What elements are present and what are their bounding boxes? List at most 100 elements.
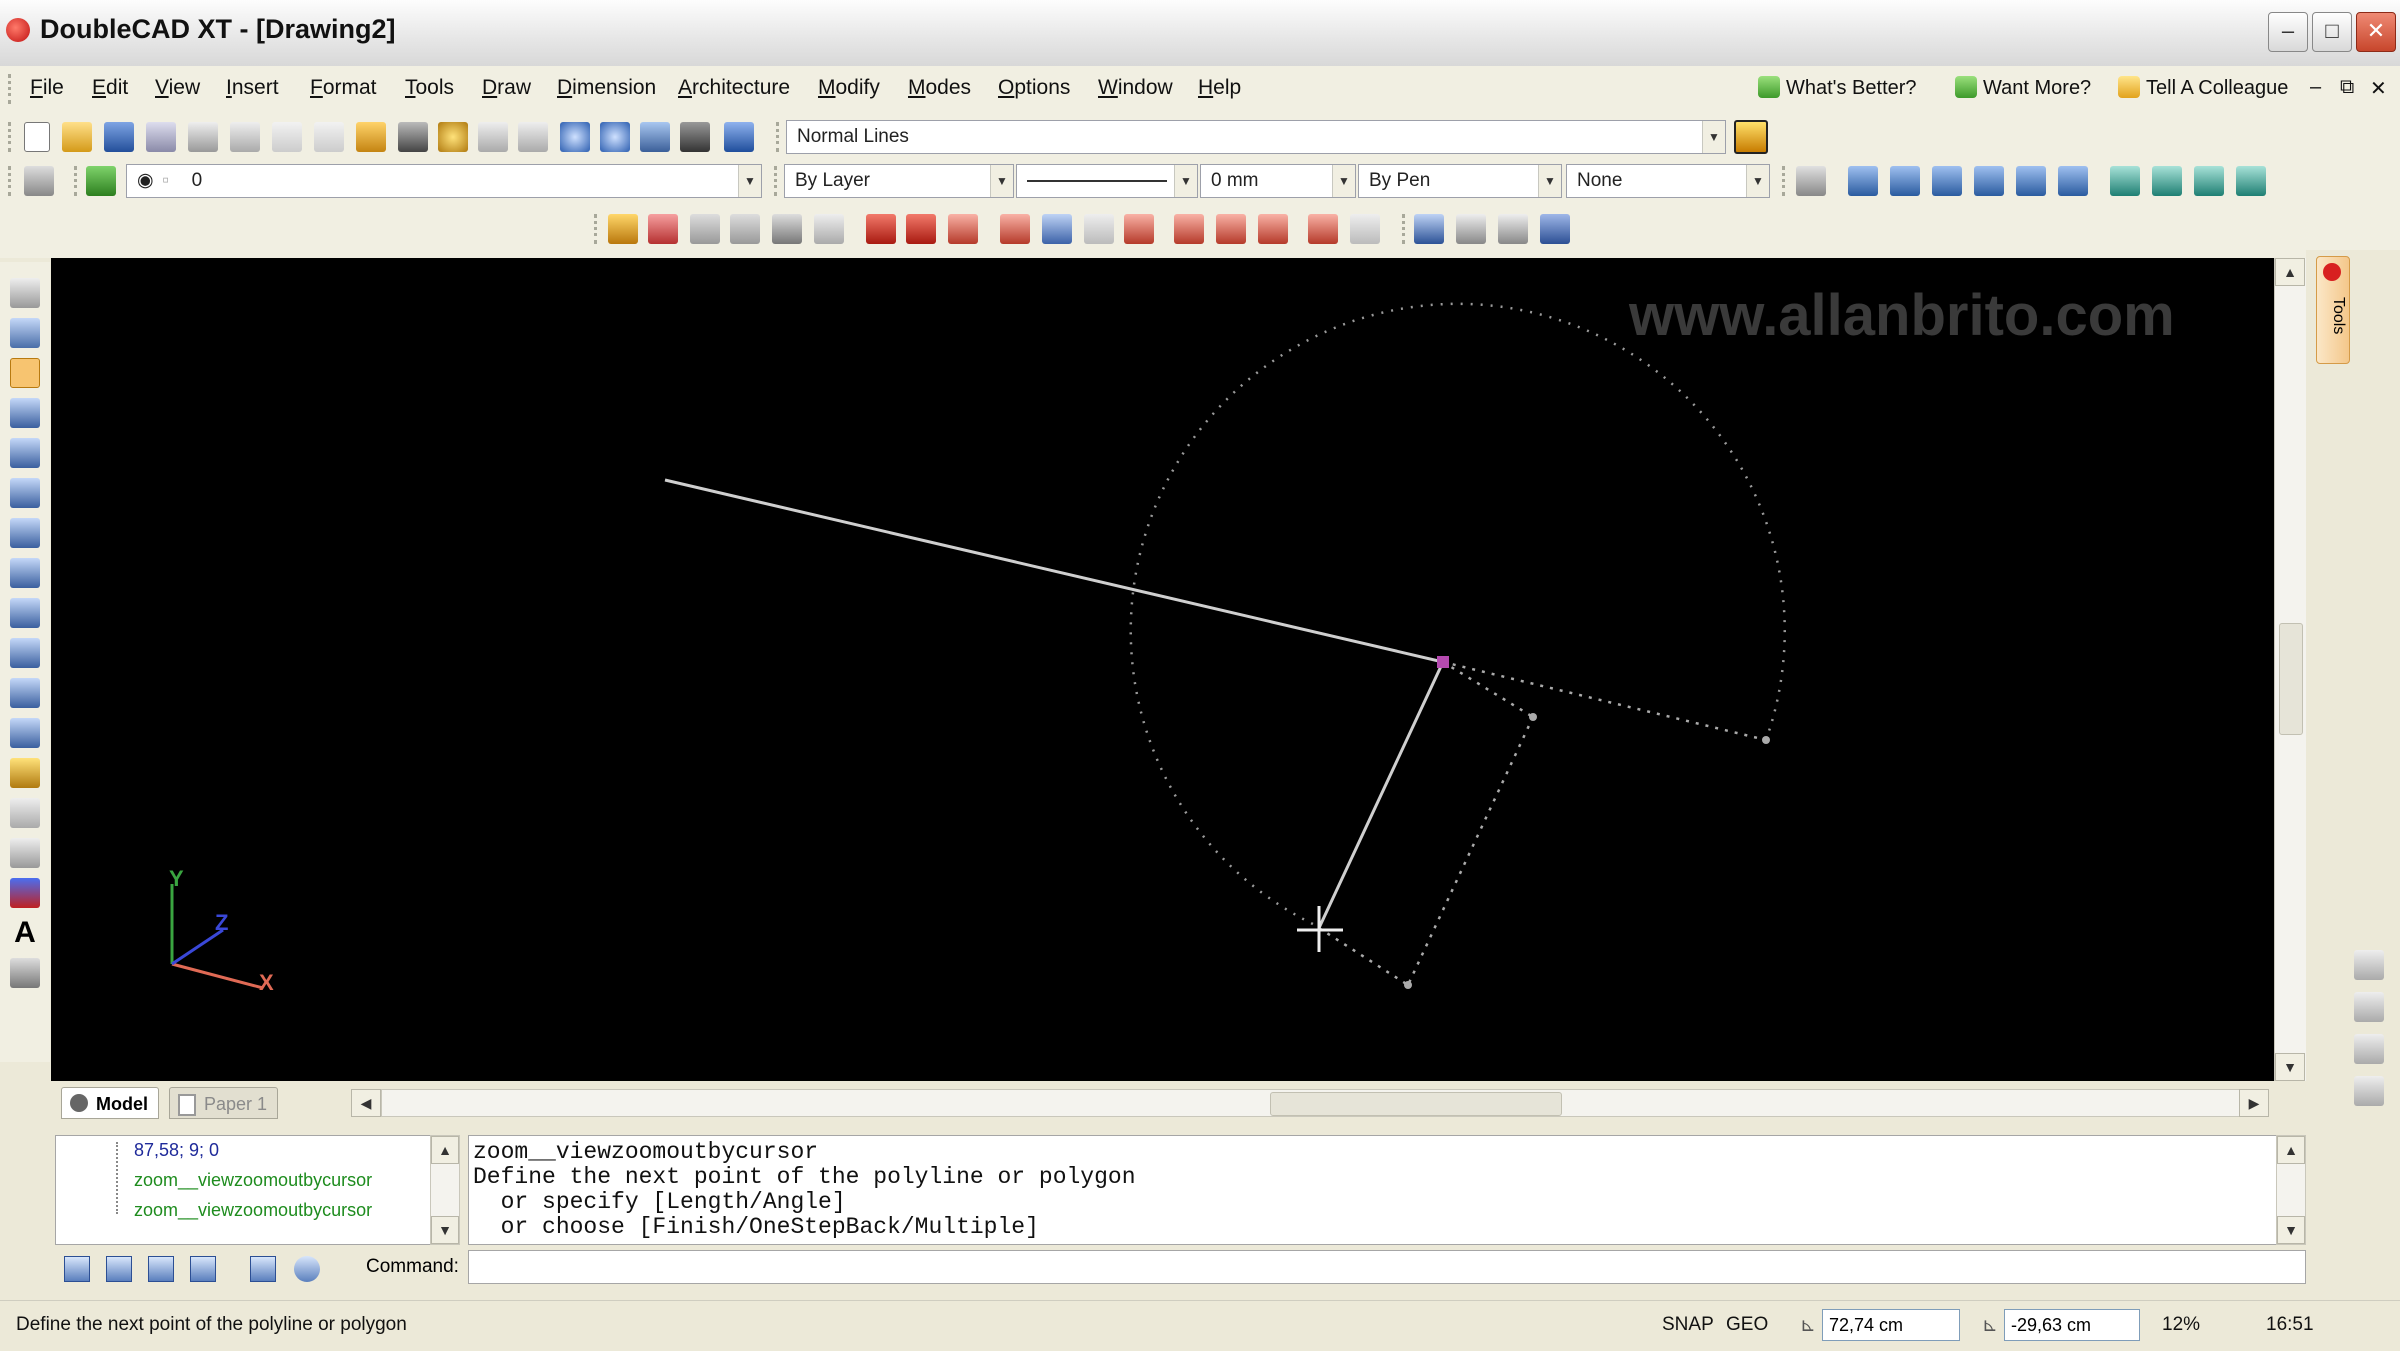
maximize-button[interactable]: □ [2312, 12, 2352, 52]
menu-window[interactable]: Window [1098, 76, 1173, 100]
mirror-icon[interactable] [730, 214, 760, 244]
chamfer-icon[interactable] [1174, 214, 1204, 244]
inspector-panel-icon[interactable] [2354, 1076, 2384, 1106]
properties-icon[interactable] [1540, 214, 1570, 244]
menu-edit[interactable]: Edit [92, 76, 128, 100]
edit-points-icon[interactable] [648, 214, 678, 244]
layer-dropdown[interactable]: ◉ ▫ 0 ▼ [126, 164, 762, 198]
menu-dimension[interactable]: Dimension [557, 76, 656, 100]
history-tool-5-icon[interactable] [250, 1256, 276, 1282]
horizontal-scroll-thumb[interactable] [1270, 1092, 1562, 1116]
point-icon[interactable] [10, 838, 40, 868]
view-icon[interactable] [1796, 166, 1826, 196]
history-tool-1-icon[interactable] [64, 1256, 90, 1282]
x-coordinate-field[interactable]: 72,74 cm [1822, 1309, 1960, 1341]
scroll-left-arrow-icon[interactable]: ◀ [351, 1089, 381, 1117]
polyline-icon[interactable] [10, 438, 40, 468]
history-tool-2-icon[interactable] [106, 1256, 132, 1282]
copy-icon[interactable] [314, 122, 344, 152]
command-history-tree[interactable]: 87,58; 9; 0 zoom__viewzoomoutbycursor zo… [55, 1135, 435, 1245]
triangle-icon[interactable] [1498, 214, 1528, 244]
cut-icon[interactable] [272, 122, 302, 152]
view-top-icon[interactable] [1848, 166, 1878, 196]
menu-tools[interactable]: Tools [405, 76, 454, 100]
snap-settings-icon[interactable] [24, 166, 54, 196]
library-panel-icon[interactable] [2354, 1034, 2384, 1064]
move-icon[interactable] [866, 214, 896, 244]
select-arrow-icon[interactable] [10, 278, 40, 308]
extrude-icon[interactable] [772, 214, 802, 244]
tab-model[interactable]: Model [61, 1087, 159, 1119]
y-coordinate-field[interactable]: -29,63 cm [2004, 1309, 2140, 1341]
menu-options[interactable]: Options [998, 76, 1070, 100]
pan-icon[interactable] [640, 122, 670, 152]
view-bottom-icon[interactable] [2058, 166, 2088, 196]
ellipse-icon[interactable] [10, 678, 40, 708]
copy-tool-icon[interactable] [690, 214, 720, 244]
menu-architecture[interactable]: Architecture [678, 76, 790, 100]
menu-help[interactable]: Help [1198, 76, 1241, 100]
explode-icon[interactable] [1350, 214, 1380, 244]
array-icon[interactable] [814, 214, 844, 244]
double-line-icon[interactable] [10, 398, 40, 428]
edit-tool-icon[interactable] [608, 214, 638, 244]
scroll-up-arrow-icon[interactable]: ▲ [2275, 258, 2305, 286]
zoom-window-icon[interactable] [600, 122, 630, 152]
extend-icon[interactable] [1084, 214, 1114, 244]
snap-toggle[interactable]: SNAP [1662, 1314, 1714, 1336]
properties-panel-icon[interactable] [2354, 992, 2384, 1022]
iso-view-1-icon[interactable] [2110, 166, 2140, 196]
measure-icon[interactable] [1456, 214, 1486, 244]
menu-modify[interactable]: Modify [818, 76, 880, 100]
close-button[interactable]: ✕ [2356, 12, 2396, 52]
pen-dropdown[interactable]: By Pen ▼ [1358, 164, 1562, 198]
scroll-right-arrow-icon[interactable]: ▶ [2239, 1089, 2269, 1117]
view-front-icon[interactable] [1890, 166, 1920, 196]
tools-palette-tab[interactable]: Tools [2316, 256, 2350, 364]
fill-icon[interactable] [10, 798, 40, 828]
menu-view[interactable]: View [155, 76, 200, 100]
save-icon[interactable] [104, 122, 134, 152]
arc-icon[interactable] [10, 558, 40, 588]
menu-format[interactable]: Format [310, 76, 377, 100]
select-edit-icon[interactable] [10, 318, 40, 348]
app-icon[interactable] [6, 18, 30, 42]
paste-icon[interactable] [356, 122, 386, 152]
trim-icon[interactable] [1042, 214, 1072, 244]
fillet-icon[interactable] [1216, 214, 1246, 244]
zoom-icon[interactable] [560, 122, 590, 152]
undo-icon[interactable] [478, 122, 508, 152]
history-item[interactable]: zoom__viewzoomoutbycursor [134, 1170, 372, 1191]
vertical-scrollbar[interactable]: ▲ ▼ [2274, 258, 2307, 1081]
history-tool-4-icon[interactable] [190, 1256, 216, 1282]
history-item[interactable]: 87,58; 9; 0 [134, 1140, 219, 1161]
history-scrollbar[interactable]: ▲ ▼ [430, 1135, 460, 1245]
spline-icon[interactable] [10, 718, 40, 748]
iso-view-2-icon[interactable] [2152, 166, 2182, 196]
regen-icon[interactable] [438, 122, 468, 152]
command-input[interactable] [468, 1250, 2306, 1284]
line-type-dropdown[interactable]: ▼ [1016, 164, 1198, 198]
block-icon[interactable] [10, 878, 40, 908]
print-preview-icon[interactable] [188, 122, 218, 152]
command-output-scrollbar[interactable]: ▲ ▼ [2276, 1135, 2306, 1245]
history-tool-6-icon[interactable] [294, 1256, 320, 1282]
fill-dropdown[interactable]: None ▼ [1566, 164, 1770, 198]
calculator-icon[interactable] [680, 122, 710, 152]
menu-modes[interactable]: Modes [908, 76, 971, 100]
scroll-up-arrow-icon[interactable]: ▲ [431, 1136, 459, 1164]
whats-better-link[interactable]: What's Better? [1758, 76, 1917, 100]
view-back-icon[interactable] [2016, 166, 2046, 196]
pencil-icon[interactable] [398, 122, 428, 152]
scroll-down-arrow-icon[interactable]: ▼ [2277, 1216, 2305, 1244]
line-tool-icon[interactable] [10, 358, 40, 388]
doc-close-button[interactable]: ✕ [2370, 76, 2387, 101]
scroll-down-arrow-icon[interactable]: ▼ [2275, 1053, 2305, 1081]
menu-draw[interactable]: Draw [482, 76, 531, 100]
iso-view-3-icon[interactable] [2194, 166, 2224, 196]
scroll-down-arrow-icon[interactable]: ▼ [431, 1216, 459, 1244]
settings-icon[interactable] [230, 122, 260, 152]
layers-panel-icon[interactable] [2354, 950, 2384, 980]
view-right-icon[interactable] [1932, 166, 1962, 196]
open-file-icon[interactable] [62, 122, 92, 152]
